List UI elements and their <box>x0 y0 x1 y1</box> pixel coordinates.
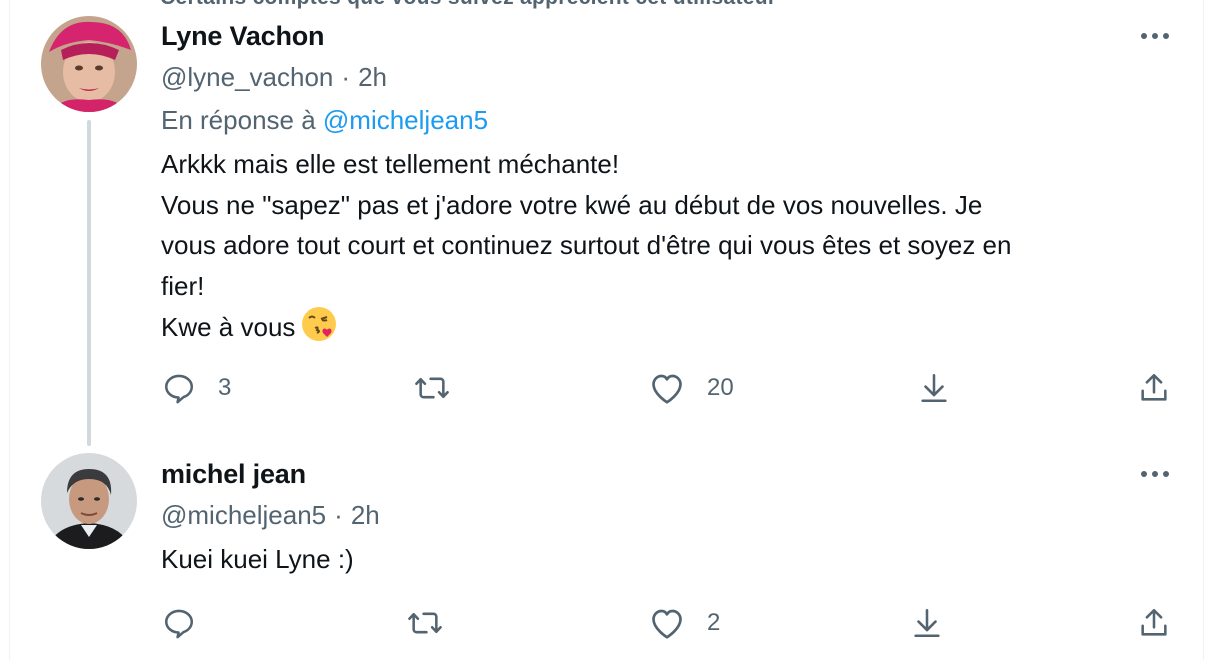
bookmark-button[interactable] <box>910 606 944 640</box>
tweet-text: Kuei kuei Lyne :) <box>161 539 354 580</box>
timeline-border-left <box>9 0 10 660</box>
timeline-border-right <box>1203 0 1204 660</box>
tweet-line: Kwe à vous <box>161 312 296 342</box>
person-icon <box>104 0 128 6</box>
share-button[interactable] <box>1137 606 1171 640</box>
meta-separator: · <box>341 62 351 92</box>
like-button[interactable]: 2 <box>649 606 720 640</box>
more-icon[interactable] <box>1137 26 1173 46</box>
like-icon <box>652 609 682 639</box>
retweet-icon <box>408 612 442 634</box>
reply-mention-link[interactable]: @micheljean5 <box>323 105 488 135</box>
reply-count: 3 <box>218 374 232 401</box>
like-count: 20 <box>707 374 734 401</box>
tweet-line-with-emoji: Kwe à vous <box>161 306 1011 348</box>
tweet-line: fier! <box>161 270 205 301</box>
like-button[interactable]: 20 <box>649 371 734 405</box>
author-handle[interactable]: @micheljean5 <box>161 500 326 530</box>
avatar-lyne-vachon[interactable] <box>41 16 137 112</box>
tweet-meta: @micheljean5 · 2h <box>161 500 380 531</box>
reply-icon <box>164 609 194 639</box>
retweet-icon <box>415 377 449 399</box>
tweet-line: Arkkk mais elle est tellement méchante! <box>161 149 620 179</box>
tweet-time[interactable]: 2h <box>358 62 387 92</box>
author-handle[interactable]: @lyne_vachon <box>161 62 333 92</box>
share-icon <box>1141 608 1167 636</box>
social-context[interactable]: Certains comptes que vous suivez appréci… <box>160 0 776 10</box>
bookmark-icon <box>921 373 947 403</box>
reply-prefix: En réponse à <box>161 105 323 135</box>
tweet-line: Vous ne "sapez" pas et j'adore votre kwé… <box>161 189 983 220</box>
like-count: 2 <box>707 609 721 636</box>
retweet-button[interactable] <box>413 371 473 405</box>
tweet-text: Arkkk mais elle est tellement méchante! … <box>161 144 1011 348</box>
tweet-time[interactable]: 2h <box>351 500 380 530</box>
reply-button[interactable]: 3 <box>162 371 231 405</box>
bookmark-icon <box>914 608 940 638</box>
face-blowing-a-kiss-icon <box>302 307 337 341</box>
author-name[interactable]: michel jean <box>161 459 306 490</box>
reply-icon <box>164 374 194 404</box>
author-name[interactable]: Lyne Vachon <box>161 21 325 52</box>
share-icon <box>1141 373 1167 401</box>
reply-button[interactable] <box>162 606 218 640</box>
retweet-button[interactable] <box>406 606 466 640</box>
reply-context: En réponse à @micheljean5 <box>161 105 488 136</box>
thread-connector <box>87 120 91 446</box>
tweet-line: Kuei kuei Lyne :) <box>161 544 354 574</box>
more-icon[interactable] <box>1137 464 1173 484</box>
like-icon <box>652 374 682 404</box>
avatar-michel-jean[interactable] <box>41 453 137 549</box>
meta-separator: · <box>334 500 343 530</box>
tweet-meta: @lyne_vachon · 2h <box>161 62 387 93</box>
share-button[interactable] <box>1137 371 1171 405</box>
tweet-line: vous adore tout court et continuez surto… <box>161 230 1012 260</box>
bookmark-button[interactable] <box>917 371 951 405</box>
